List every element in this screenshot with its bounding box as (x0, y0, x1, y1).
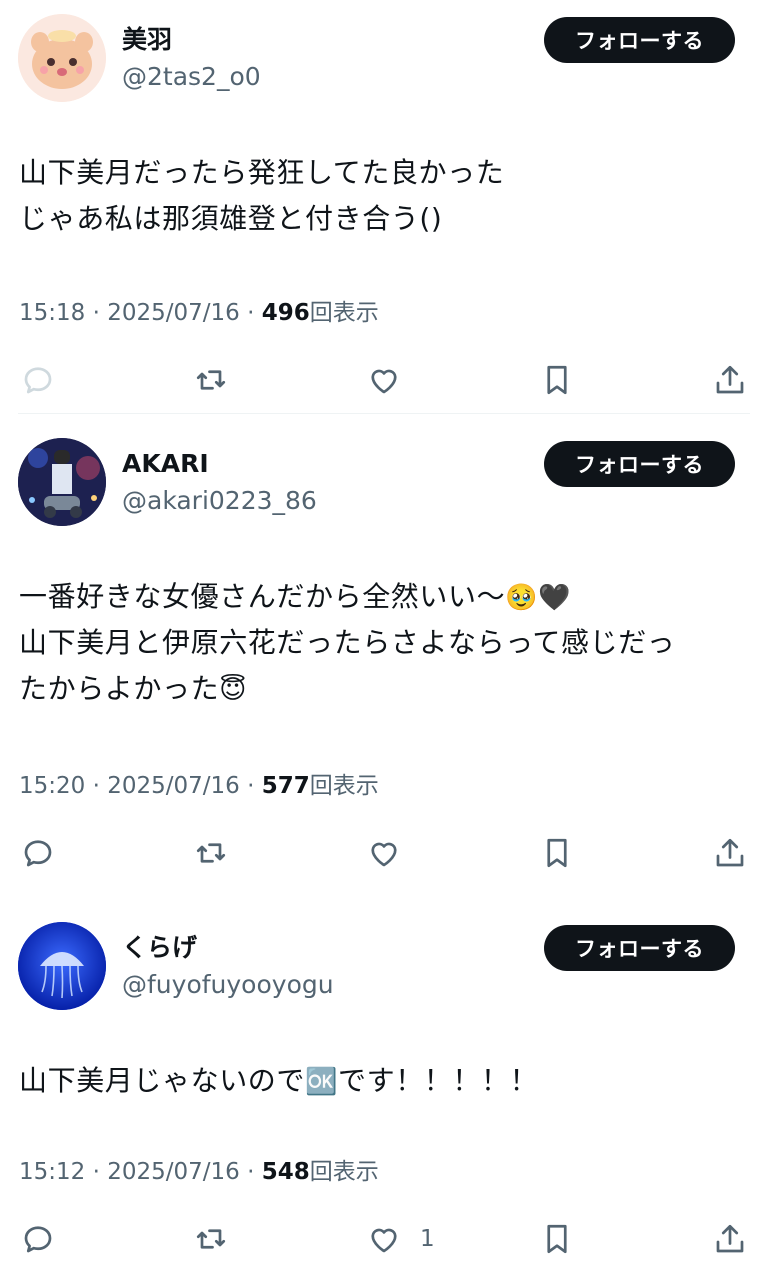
like-count: 1 (420, 1226, 435, 1252)
post-text-segment: たからよかった (19, 672, 220, 705)
reply-icon (24, 1226, 52, 1253)
reply-icon (24, 367, 52, 394)
views-label: 回表示 (309, 300, 379, 326)
repost-button[interactable] (191, 1219, 231, 1259)
share-button[interactable] (710, 833, 750, 873)
bookmark-button[interactable] (537, 1219, 577, 1259)
post-3: くらげ @fuyofuyooyogu フォローする 山下美月じゃないので🆗です！… (0, 884, 767, 1280)
bookmark-button[interactable] (537, 833, 577, 873)
repost-icon (196, 370, 226, 390)
ok-button-emoji: 🆗 (305, 1067, 338, 1097)
bookmark-icon (547, 1224, 567, 1254)
post-date[interactable]: 2025/07/16 (107, 1159, 240, 1185)
heart-icon (371, 369, 397, 394)
view-count: 577 (261, 773, 310, 799)
avatar[interactable] (18, 14, 106, 102)
display-name[interactable]: 美羽 (122, 24, 172, 56)
display-name[interactable]: くらげ (122, 932, 197, 964)
post-text-line: じゃあ私は那須雄登と付き合う() (19, 202, 443, 235)
bookmark-icon (547, 365, 567, 395)
post-text: 山下美月だったら発狂してた良かった じゃあ私は那須雄登と付き合う() (19, 150, 749, 242)
heart-icon (371, 1228, 397, 1253)
post-2: AKARI @akari0223_86 フォローする 一番好きな女優さんだから全… (0, 414, 767, 884)
bookmark-button[interactable] (537, 360, 577, 400)
post-text-line: 一番好きな女優さんだから全然いい〜🥹🖤 (19, 574, 749, 620)
post-time[interactable]: 15:12 (19, 1159, 85, 1185)
repost-button[interactable] (191, 360, 231, 400)
post-text-line: 山下美月じゃないので🆗です！！！！！ (19, 1058, 749, 1104)
share-icon (716, 365, 744, 394)
cartoon-character-avatar-icon (18, 14, 106, 102)
like-button[interactable] (364, 360, 404, 400)
post-date[interactable]: 2025/07/16 (107, 300, 240, 326)
reply-button[interactable] (18, 360, 58, 400)
meta-separator: · (247, 1159, 255, 1185)
post-text-segment: 一番好きな女優さんだから全然いい〜 (19, 580, 506, 613)
share-button[interactable] (710, 360, 750, 400)
user-handle[interactable]: @fuyofuyooyogu (122, 969, 334, 1001)
meta-separator: · (247, 773, 255, 799)
meta-separator: · (92, 773, 100, 799)
meta-separator: · (92, 1159, 100, 1185)
user-handle[interactable]: @akari0223_86 (122, 485, 317, 517)
share-icon (716, 838, 744, 867)
repost-button[interactable] (191, 833, 231, 873)
post-date[interactable]: 2025/07/16 (107, 773, 240, 799)
halo-face-emoji: 😇 (219, 675, 247, 705)
view-count: 496 (261, 300, 310, 326)
reply-icon (24, 840, 52, 867)
follow-button[interactable]: フォローする (544, 925, 735, 971)
post-text-line: たからよかった😇 (19, 666, 749, 712)
post-text-line: 山下美月と伊原六花だったらさよならって感じだっ (19, 626, 676, 659)
post-1: 美羽 @2tas2_o0 フォローする 山下美月だったら発狂してた良かった じゃ… (0, 0, 767, 414)
share-icon (716, 1224, 744, 1253)
repost-icon (196, 1229, 226, 1249)
post-text-segment: です！！！！！ (338, 1064, 539, 1097)
like-button[interactable] (364, 833, 404, 873)
views-label: 回表示 (309, 1159, 379, 1185)
display-name[interactable]: AKARI (122, 448, 209, 480)
meta-separator: · (247, 300, 255, 326)
post-meta: 15:18 · 2025/07/16 · 496回表示 (19, 298, 379, 328)
reply-button[interactable] (18, 1219, 58, 1259)
post-text-segment: 山下美月じゃないので (19, 1064, 306, 1097)
pleading-face-black-heart-emoji: 🥹🖤 (505, 583, 572, 613)
views-label: 回表示 (309, 773, 379, 799)
jellyfish-avatar-icon (18, 922, 106, 1010)
avatar[interactable] (18, 922, 106, 1010)
avatar[interactable] (18, 438, 106, 526)
post-meta: 15:20 · 2025/07/16 · 577回表示 (19, 771, 379, 801)
follow-button[interactable]: フォローする (544, 441, 735, 487)
post-text-line: 山下美月だったら発狂してた良かった (19, 156, 505, 189)
post-time[interactable]: 15:18 (19, 300, 85, 326)
post-time[interactable]: 15:20 (19, 773, 85, 799)
post-meta: 15:12 · 2025/07/16 · 548回表示 (19, 1157, 379, 1187)
share-button[interactable] (710, 1219, 750, 1259)
follow-button[interactable]: フォローする (544, 17, 735, 63)
reply-button[interactable] (18, 833, 58, 873)
concert-photo-avatar-icon (18, 438, 106, 526)
repost-icon (196, 843, 226, 863)
like-button[interactable] (364, 1219, 404, 1259)
view-count: 548 (261, 1159, 310, 1185)
user-handle[interactable]: @2tas2_o0 (122, 61, 261, 93)
post-text: 一番好きな女優さんだから全然いい〜🥹🖤 山下美月と伊原六花だったらさよならって感… (19, 574, 749, 712)
heart-icon (371, 842, 397, 867)
bookmark-icon (547, 838, 567, 868)
meta-separator: · (92, 300, 100, 326)
post-text: 山下美月じゃないので🆗です！！！！！ (19, 1058, 749, 1104)
